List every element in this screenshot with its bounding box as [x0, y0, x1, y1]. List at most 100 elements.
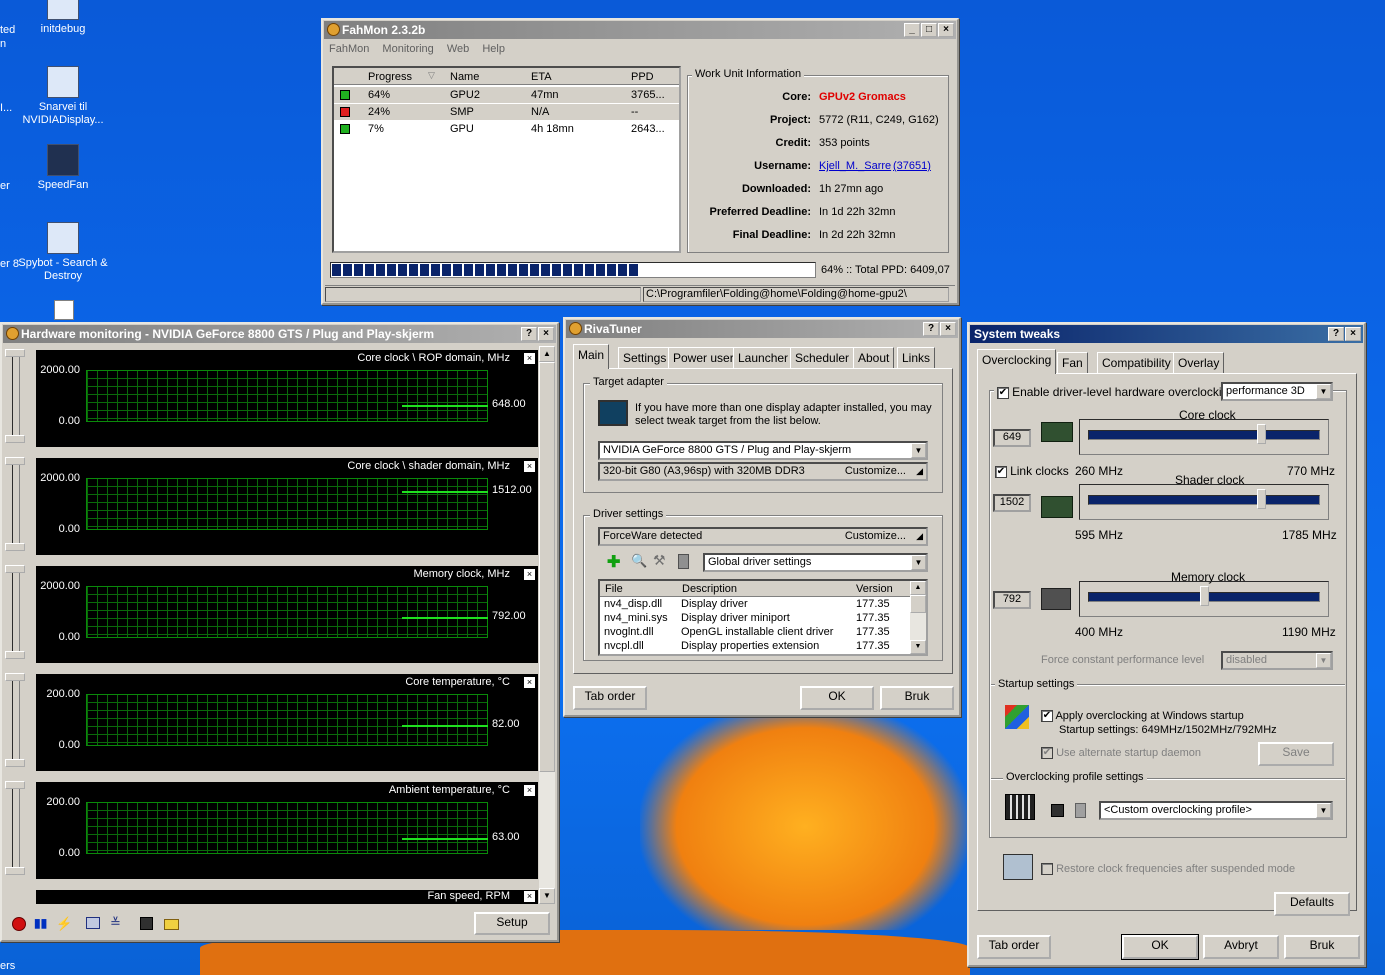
- tab-about[interactable]: About: [853, 347, 895, 369]
- help-button[interactable]: ?: [521, 327, 537, 341]
- col-file[interactable]: File: [605, 583, 623, 595]
- close-icon[interactable]: ×: [524, 569, 535, 580]
- collapse-icon[interactable]: ≚: [110, 915, 121, 931]
- shader-clock-slider[interactable]: [1088, 495, 1320, 505]
- defaults-button[interactable]: Defaults: [1274, 892, 1350, 916]
- customize-driver-button[interactable]: Customize...: [845, 529, 906, 544]
- menu-web[interactable]: Web: [447, 43, 469, 55]
- profile-select[interactable]: <Custom overclocking profile> ▼: [1099, 801, 1333, 820]
- col-eta[interactable]: ETA: [531, 71, 552, 83]
- fahmon-titlebar[interactable]: FahMon 2.3.2b _ □ ×: [324, 21, 956, 39]
- tab-launcher[interactable]: Launcher: [733, 347, 794, 369]
- slider-thumb[interactable]: [5, 651, 25, 659]
- restore-clocks-checkbox[interactable]: Restore clock frequencies after suspende…: [1041, 863, 1295, 876]
- record-icon[interactable]: [12, 917, 26, 931]
- help-button[interactable]: ?: [923, 322, 939, 336]
- setup-button[interactable]: Setup: [474, 912, 550, 935]
- windows-icon[interactable]: [86, 917, 100, 929]
- close-icon[interactable]: ×: [524, 891, 535, 902]
- client-list[interactable]: Progress ▽ Name ETA PPD 64% GPU2 47mn 37…: [332, 66, 681, 253]
- slider-thumb[interactable]: [5, 781, 25, 789]
- desktop-icon-initdebug[interactable]: initdebug: [18, 0, 108, 36]
- help-button[interactable]: ?: [1328, 327, 1344, 341]
- slider-thumb[interactable]: [5, 565, 25, 573]
- slider-thumb[interactable]: [5, 457, 25, 465]
- tab-links[interactable]: Links: [897, 347, 936, 369]
- graph-height-slider[interactable]: [5, 781, 25, 875]
- resize-icon[interactable]: ◢: [916, 464, 923, 479]
- tab-main[interactable]: Main: [573, 344, 610, 369]
- client-row[interactable]: 64% GPU2 47mn 3765...: [334, 87, 679, 103]
- file-row[interactable]: nvoglnt.dll OpenGL installable client dri…: [600, 625, 910, 639]
- scroll-down-icon[interactable]: ▼: [910, 640, 926, 654]
- tab-overclocking[interactable]: Overclocking: [977, 349, 1057, 374]
- file-row[interactable]: nv4_mini.sys Display driver miniport 177.3…: [600, 611, 910, 625]
- tab-fan[interactable]: Fan: [1057, 352, 1088, 374]
- col-name[interactable]: Name: [450, 71, 479, 83]
- adapter-select[interactable]: NVIDIA GeForce 8800 GTS / Plug and Play-…: [598, 441, 928, 460]
- tab-power-user[interactable]: Power user: [668, 347, 739, 369]
- graph-scrollbar[interactable]: ▲ ▼: [539, 346, 555, 904]
- maximize-button[interactable]: □: [921, 23, 937, 37]
- col-description[interactable]: Description: [682, 583, 737, 595]
- menu-help[interactable]: Help: [482, 43, 505, 55]
- close-button[interactable]: ×: [938, 23, 954, 37]
- tab-order-button[interactable]: Tab order: [977, 935, 1051, 959]
- tweaks-titlebar[interactable]: System tweaks ? ×: [970, 325, 1363, 343]
- slider-thumb[interactable]: [5, 867, 25, 875]
- customize-adapter-button[interactable]: Customize...: [845, 464, 906, 479]
- save-icon[interactable]: [140, 917, 153, 930]
- userid-link[interactable]: (37651): [893, 160, 931, 172]
- save-profile-icon[interactable]: [1051, 804, 1064, 817]
- close-button[interactable]: ×: [1345, 327, 1361, 341]
- folder-icon[interactable]: [164, 919, 179, 930]
- save-startup-button[interactable]: Save: [1258, 742, 1334, 766]
- close-button[interactable]: ×: [538, 327, 554, 341]
- menu-fahmon[interactable]: FahMon: [329, 43, 369, 55]
- desktop-icon-document[interactable]: [54, 300, 74, 320]
- tab-overlay[interactable]: Overlay: [1173, 352, 1225, 374]
- close-icon[interactable]: ×: [524, 677, 535, 688]
- slider-thumb[interactable]: [5, 759, 25, 767]
- oc-mode-select[interactable]: performance 3D ▼: [1221, 382, 1333, 401]
- apply-button[interactable]: Bruk: [880, 686, 954, 710]
- slider-thumb[interactable]: [5, 435, 25, 443]
- delete-profile-icon[interactable]: [1075, 803, 1086, 818]
- close-icon[interactable]: ×: [524, 353, 535, 364]
- wrench-icon[interactable]: ⚒: [653, 552, 666, 569]
- add-icon[interactable]: ✚: [607, 552, 620, 572]
- col-version[interactable]: Version: [856, 583, 893, 595]
- rivatuner-titlebar[interactable]: RivaTuner ? ×: [566, 320, 958, 338]
- close-icon[interactable]: ×: [524, 461, 535, 472]
- minimize-button[interactable]: _: [904, 23, 920, 37]
- close-icon[interactable]: ×: [524, 785, 535, 796]
- link-clocks-checkbox[interactable]: ✔ Link clocks: [995, 464, 1069, 479]
- driver-profile-select[interactable]: Global driver settings ▼: [703, 553, 928, 572]
- scroll-thumb[interactable]: [910, 595, 926, 613]
- slider-thumb[interactable]: [5, 673, 25, 681]
- wand-icon[interactable]: ⚡: [56, 916, 72, 932]
- close-button[interactable]: ×: [940, 322, 956, 336]
- search-icon[interactable]: 🔍: [631, 553, 647, 569]
- col-ppd[interactable]: PPD: [631, 71, 654, 83]
- graph-height-slider[interactable]: [5, 457, 25, 551]
- tab-compatibility[interactable]: Compatibility: [1097, 352, 1176, 374]
- file-row[interactable]: nv4_disp.dll Display driver 177.35: [600, 597, 910, 611]
- desktop-icon-speedfan[interactable]: SpeedFan: [18, 144, 108, 192]
- cancel-button[interactable]: Avbryt: [1203, 935, 1279, 959]
- apply-at-startup-checkbox[interactable]: ✔ Apply overclocking at Windows startup: [1041, 710, 1244, 723]
- graph-height-slider[interactable]: [5, 565, 25, 659]
- username-link[interactable]: Kjell_M._Sarre: [819, 160, 891, 172]
- slider-thumb[interactable]: [5, 349, 25, 357]
- scroll-down-icon[interactable]: ▼: [539, 888, 555, 904]
- core-clock-slider[interactable]: [1088, 430, 1320, 440]
- file-row[interactable]: nvcpl.dll Display properties extension 177…: [600, 639, 910, 653]
- memory-clock-slider-thumb[interactable]: [1200, 586, 1209, 606]
- desktop-icon-nvidia-display[interactable]: Snarvei til NVIDIADisplay...: [18, 66, 108, 127]
- apply-button[interactable]: Bruk: [1284, 935, 1360, 959]
- menu-monitoring[interactable]: Monitoring: [382, 43, 433, 55]
- ok-button[interactable]: OK: [1121, 934, 1199, 960]
- driver-file-list[interactable]: File Description Version nv4_disp.dll Dis…: [598, 579, 928, 656]
- scroll-up-icon[interactable]: ▲: [910, 581, 926, 595]
- shader-clock-slider-thumb[interactable]: [1257, 489, 1266, 509]
